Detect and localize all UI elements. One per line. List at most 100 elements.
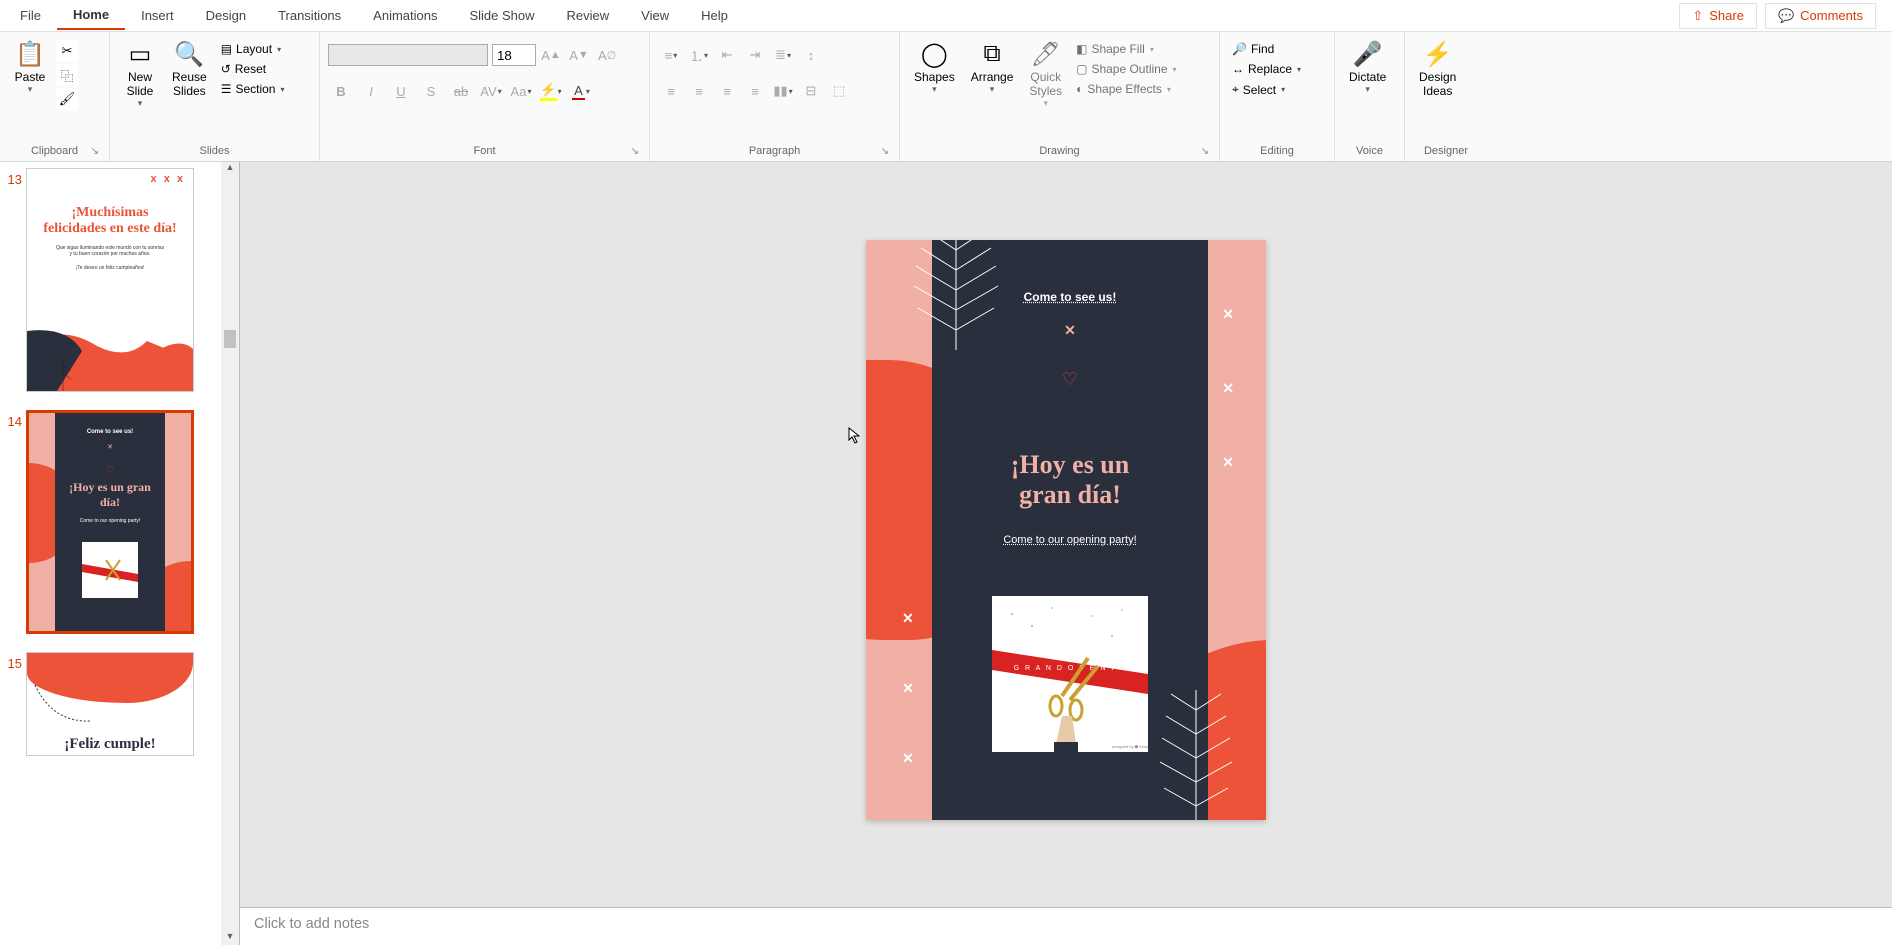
text-direction-button[interactable]: ↕ (798, 42, 824, 68)
workspace: 13 x x x ¡Muchísimas felicidades en este… (0, 162, 1892, 945)
scroll-down-button[interactable]: ▼ (221, 931, 239, 945)
x-icon: ✕ (61, 443, 159, 451)
shapes-button[interactable]: ◯ Shapes ▾ (908, 36, 961, 97)
change-case-button[interactable]: Aa▾ (508, 78, 534, 104)
bold-button[interactable]: B (328, 78, 354, 104)
char-spacing-button[interactable]: AV▾ (478, 78, 504, 104)
tab-slideshow[interactable]: Slide Show (453, 2, 550, 29)
arrange-button[interactable]: ⧉ Arrange ▾ (965, 36, 1020, 97)
find-button[interactable]: 🔎Find (1228, 40, 1305, 58)
shape-effects-button[interactable]: ◐Shape Effects▾ (1072, 80, 1180, 98)
font-name-input[interactable] (328, 44, 488, 66)
align-left-button[interactable]: ≡ (658, 78, 684, 104)
paragraph-launcher[interactable]: ↘ (881, 146, 889, 157)
brush-icon: 🖌 (59, 91, 76, 107)
columns-button[interactable]: ▮▮▾ (770, 78, 796, 104)
menu-tabs: File Home Insert Design Transitions Anim… (0, 0, 1892, 32)
notes-pane[interactable]: Click to add notes (240, 907, 1892, 945)
shape-fill-button[interactable]: ◧Shape Fill▾ (1072, 40, 1180, 58)
justify-button[interactable]: ≡ (742, 78, 768, 104)
tab-animations[interactable]: Animations (357, 2, 453, 29)
current-slide[interactable]: Come to see us! ✕ ♡ ¡Hoy es ungran día! … (866, 240, 1266, 820)
strike-button[interactable]: ab (448, 78, 474, 104)
effects-icon: ◐ (1076, 82, 1083, 96)
tab-view[interactable]: View (625, 2, 685, 29)
group-font-label: Font (473, 145, 495, 157)
tab-transitions[interactable]: Transitions (262, 2, 357, 29)
tab-file[interactable]: File (4, 2, 57, 29)
section-button[interactable]: ☰Section▾ (217, 80, 289, 98)
heart-icon: ♡ (61, 465, 159, 476)
share-button[interactable]: ⇧ Share (1679, 3, 1757, 29)
scroll-handle[interactable] (224, 330, 236, 348)
x-icon: ✕ (1064, 322, 1076, 339)
new-slide-icon: ▭ (124, 38, 156, 70)
reset-button[interactable]: ↺Reset (217, 60, 289, 78)
drawing-launcher[interactable]: ↘ (1201, 146, 1209, 157)
ribbon-cut-image (82, 542, 138, 598)
increase-font-button[interactable]: A▲ (538, 42, 564, 68)
decrease-font-button[interactable]: A▼ (566, 42, 592, 68)
tab-design[interactable]: Design (190, 2, 262, 29)
reuse-slides-button[interactable]: 🔍 Reuse Slides (166, 36, 213, 100)
slide-thumbnails-panel[interactable]: 13 x x x ¡Muchísimas felicidades en este… (0, 162, 240, 945)
chevron-down-icon: ▾ (138, 98, 143, 109)
decrease-indent-button[interactable]: ⇤ (714, 42, 740, 68)
layout-button[interactable]: ▤Layout▾ (217, 40, 289, 58)
select-button[interactable]: ⌖Select▾ (1228, 80, 1305, 99)
font-launcher[interactable]: ↘ (631, 146, 639, 157)
notes-placeholder: Click to add notes (254, 916, 369, 932)
format-painter-button[interactable]: 🖌 (56, 88, 78, 110)
ribbon: 📋 Paste ▾ ✂ ⿻ 🖌 Clipboard↘ ▭ New Slide ▾… (0, 32, 1892, 162)
comments-button[interactable]: 💬 Comments (1765, 3, 1876, 29)
shape-outline-button[interactable]: ▢Shape Outline▾ (1072, 60, 1180, 78)
thumb-number: 15 (4, 652, 22, 671)
group-voice: 🎤 Dictate ▾ Voice (1335, 32, 1405, 161)
slide-canvas-area[interactable]: Come to see us! ✕ ♡ ¡Hoy es ungran día! … (240, 162, 1892, 907)
font-size-input[interactable] (492, 44, 536, 66)
align-center-button[interactable]: ≡ (686, 78, 712, 104)
tab-help[interactable]: Help (685, 2, 744, 29)
clear-format-button[interactable]: A∅ (594, 42, 620, 68)
x-icon: ✕ (902, 680, 914, 697)
align-right-button[interactable]: ≡ (714, 78, 740, 104)
quick-styles-button[interactable]: 🖊 Quick Styles ▾ (1023, 36, 1068, 111)
cut-button[interactable]: ✂ (56, 40, 78, 62)
section-icon: ☰ (221, 82, 232, 96)
bullets-button[interactable]: ≡▾ (658, 42, 684, 68)
line-spacing-button[interactable]: ≣▾ (770, 42, 796, 68)
slide-subtitle[interactable]: Come to our opening party! (1003, 534, 1136, 546)
font-color-button[interactable]: A▾ (568, 78, 594, 104)
clipboard-launcher[interactable]: ↘ (91, 146, 99, 157)
slide-heading[interactable]: Come to see us! (1024, 290, 1117, 304)
slide-title[interactable]: ¡Hoy es ungran día! (1011, 450, 1129, 510)
navy-panel: Come to see us! ✕ ♡ ¡Hoy es un gran día!… (55, 413, 165, 631)
shadow-button[interactable]: S (418, 78, 444, 104)
layout-icon: ▤ (221, 42, 232, 56)
design-ideas-button[interactable]: ⚡ Design Ideas (1413, 36, 1462, 100)
dictate-button[interactable]: 🎤 Dictate ▾ (1343, 36, 1392, 97)
thumb-title: ¡Feliz cumple! (27, 736, 193, 753)
numbering-button[interactable]: ⒈▾ (686, 42, 712, 68)
new-slide-button[interactable]: ▭ New Slide ▾ (118, 36, 162, 111)
group-clipboard: 📋 Paste ▾ ✂ ⿻ 🖌 Clipboard↘ (0, 32, 110, 161)
underline-button[interactable]: U (388, 78, 414, 104)
italic-button[interactable]: I (358, 78, 384, 104)
slide-thumb-14[interactable]: Come to see us! ✕ ♡ ¡Hoy es un gran día!… (26, 410, 194, 634)
thumbnail-scrollbar[interactable]: ▲ ▼ (221, 162, 239, 945)
increase-indent-button[interactable]: ⇥ (742, 42, 768, 68)
tab-home[interactable]: Home (57, 1, 125, 30)
highlight-button[interactable]: ⚡▾ (538, 78, 564, 104)
tab-review[interactable]: Review (551, 2, 626, 29)
slide-thumb-13[interactable]: x x x ¡Muchísimas felicidades en este dí… (26, 168, 194, 392)
copy-button[interactable]: ⿻ (56, 64, 78, 86)
align-text-button[interactable]: ⊟ (798, 78, 824, 104)
ribbon-cut-image[interactable]: G R A N D O P E N I N designed by ⬢ free… (992, 596, 1148, 752)
thumb-body: Que sigas iluminando este mundo con tu s… (27, 241, 193, 261)
x-decor-icon: x x x (151, 173, 185, 185)
tab-insert[interactable]: Insert (125, 2, 190, 29)
smartart-button[interactable]: ⬚ (826, 78, 852, 104)
replace-button[interactable]: ↔Replace▾ (1228, 60, 1305, 78)
paste-button[interactable]: 📋 Paste ▾ (8, 36, 52, 97)
slide-thumb-15[interactable]: ¡Feliz cumple! (26, 652, 194, 756)
